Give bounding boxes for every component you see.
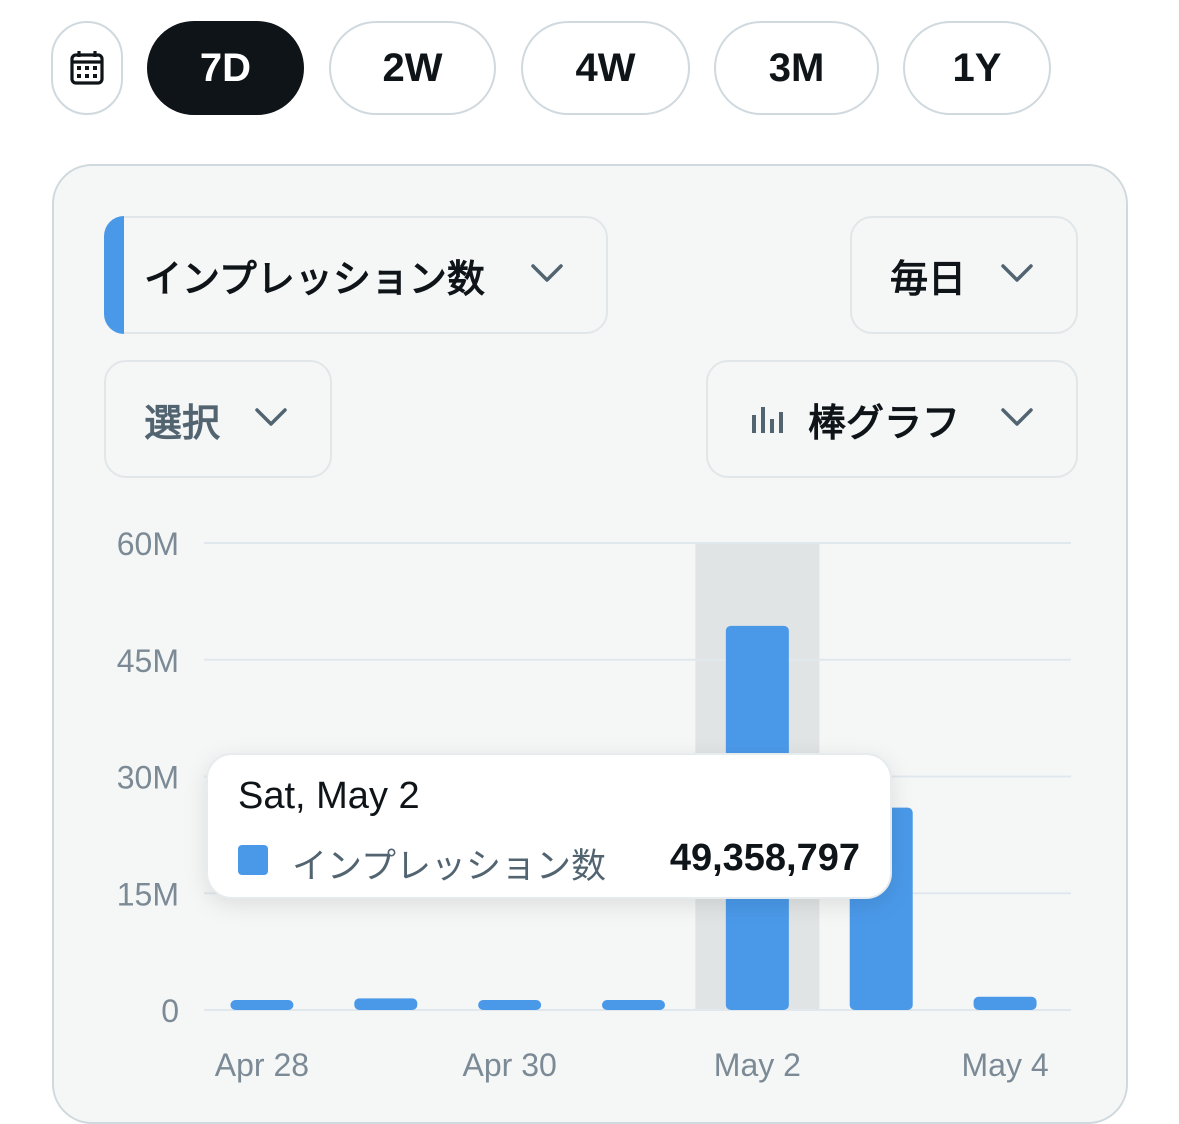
x-tick-label: Apr 30 [463, 1047, 557, 1083]
bar [973, 996, 1037, 1010]
x-tick-label: May 4 [962, 1047, 1049, 1083]
y-tick-label: 15M [117, 876, 179, 912]
bar [602, 1000, 665, 1010]
bar [230, 1000, 294, 1010]
tooltip-date: Sat, May 2 [238, 775, 420, 817]
tooltip-series-label: インプレッション数 [292, 847, 606, 887]
y-tick-label: 45M [117, 643, 179, 679]
bar [354, 998, 418, 1010]
y-tick-label: 0 [161, 993, 179, 1029]
y-tick-label: 60M [117, 526, 179, 562]
bar [478, 1000, 542, 1010]
tooltip-value: 49,358,797 [669, 837, 860, 879]
x-tick-label: Apr 28 [215, 1047, 309, 1083]
impressions-bar-chart: 0 15M 30M 45M 60M Apr 28 Apr 30 May 2 May 4 [117, 526, 1071, 1083]
tooltip-series-swatch [238, 845, 268, 875]
x-tick-label: May 2 [714, 1047, 801, 1083]
y-tick-label: 30M [117, 760, 179, 796]
chart-tooltip: Sat, May 2 インプレッション数 49,358,797 [206, 753, 892, 899]
